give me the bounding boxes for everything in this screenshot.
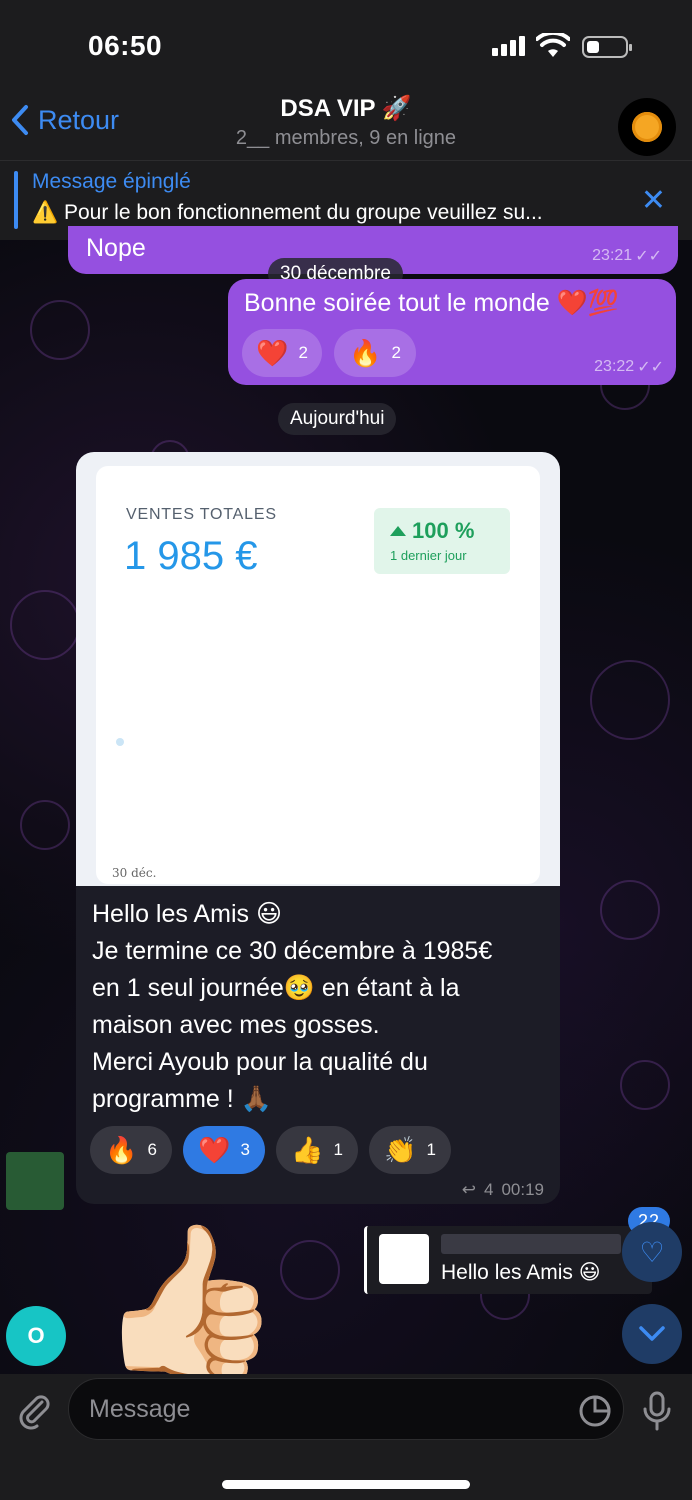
scroll-down-button[interactable]	[622, 1304, 682, 1364]
message-time-text: 23:22	[594, 358, 635, 375]
reaction-count: 1	[333, 1140, 343, 1159]
chat-title-area[interactable]: DSA VIP 🚀 2__ membres, 9 en ligne	[0, 94, 692, 150]
sales-screenshot-image[interactable]: VENTES TOTALES 1 985 € 100 % 1 dernier j…	[76, 452, 560, 886]
chevron-down-icon	[639, 1326, 665, 1341]
clap-icon: 👏	[384, 1134, 417, 1165]
double-check-icon: ✓✓	[635, 248, 662, 265]
reply-author	[441, 1234, 621, 1254]
cellular-signal-icon	[492, 36, 525, 56]
reaction-clap[interactable]: 👏 1	[369, 1126, 451, 1174]
date-pill: Aujourd'hui	[278, 403, 397, 435]
pinned-label: Message épinglé	[32, 170, 191, 193]
status-time: 06:50	[88, 30, 163, 61]
sticker-icon[interactable]	[578, 1394, 612, 1428]
reaction-count: 2	[391, 343, 401, 362]
group-avatar[interactable]	[618, 98, 676, 156]
wifi-icon	[536, 33, 570, 57]
message-input[interactable]	[68, 1378, 624, 1440]
reply-text: Hello les Amis 😃	[441, 1261, 601, 1284]
fire-icon: 🔥	[105, 1134, 138, 1165]
close-icon[interactable]: ✕	[641, 183, 666, 218]
message-text: Nope	[86, 234, 146, 262]
reaction-count: 1	[426, 1140, 436, 1159]
home-indicator	[222, 1480, 470, 1489]
reaction-heart[interactable]: ❤️ 2	[242, 329, 322, 377]
chat-header: Retour DSA VIP 🚀 2__ membres, 9 en ligne	[0, 90, 692, 160]
heart-icon: ❤️	[198, 1134, 231, 1165]
sales-value: 1 985 €	[124, 534, 258, 578]
growth-badge: 100 % 1 dernier jour	[374, 508, 510, 574]
message-line: maison avec mes gosses.	[92, 1011, 380, 1039]
reply-thumbnail	[379, 1234, 429, 1284]
pinned-text: ⚠️ Pour le bon fonctionnement du groupe …	[32, 201, 543, 224]
pinned-indicator	[14, 171, 18, 229]
growth-period: 1 dernier jour	[390, 548, 467, 563]
message-line: programme ! 🙏🏾	[92, 1085, 272, 1113]
message-time-text: 23:21	[592, 247, 633, 264]
reply-count: 4	[483, 1180, 494, 1199]
reaction-count: 2	[298, 343, 308, 362]
reaction-fire[interactable]: 🔥 6	[90, 1126, 172, 1174]
paperclip-icon[interactable]	[14, 1390, 54, 1430]
thumbs-up-icon: 👍	[291, 1134, 324, 1165]
message-line: Hello les Amis 😃	[92, 900, 283, 928]
battery-icon	[582, 36, 632, 58]
heart-outline-icon: ♡	[639, 1236, 665, 1268]
microphone-icon[interactable]	[640, 1390, 674, 1432]
message-bubble-bonne[interactable]: Bonne soirée tout le monde ❤️💯 ❤️ 2 🔥 2 …	[228, 279, 676, 385]
message-line: Je termine ce 30 décembre à 1985€	[92, 937, 493, 965]
message-time: 23:22 ✓✓	[594, 357, 664, 377]
sender-avatar[interactable]	[6, 1152, 64, 1210]
message-bubble-hello[interactable]: VENTES TOTALES 1 985 € 100 % 1 dernier j…	[76, 452, 560, 1204]
message-line: Merci Ayoub pour la qualité du	[92, 1048, 428, 1076]
double-check-icon: ✓✓	[637, 359, 664, 376]
message-meta: ↩ 4 00:19	[462, 1180, 544, 1200]
sales-label: VENTES TOTALES	[126, 506, 277, 523]
reply-preview[interactable]: Hello les Amis 😃	[364, 1226, 652, 1294]
message-time-text: 00:19	[501, 1180, 544, 1199]
message-text: Hello les Amis 😃 Je termine ce 30 décemb…	[92, 896, 552, 1118]
reaction-count: 3	[240, 1140, 250, 1159]
heart-icon: ❤️	[256, 337, 289, 368]
chart-point	[116, 738, 124, 746]
message-time: 23:21 ✓✓	[592, 246, 662, 266]
thumbs-up-sticker[interactable]: 👍🏻	[96, 1226, 283, 1376]
fire-icon: 🔥	[349, 337, 382, 368]
reaction-heart[interactable]: ❤️ 3	[183, 1126, 265, 1174]
reaction-fire[interactable]: 🔥 2	[334, 329, 416, 377]
reactions-button[interactable]: ♡	[622, 1222, 682, 1282]
sales-card: VENTES TOTALES 1 985 € 100 % 1 dernier j…	[96, 466, 540, 884]
reaction-count: 6	[147, 1140, 157, 1159]
message-text: Bonne soirée tout le monde ❤️💯	[244, 289, 619, 317]
chart-tick-label: 30 déc.	[112, 866, 157, 880]
user-avatar[interactable]: O	[6, 1306, 66, 1366]
chat-subtitle: 2__ membres, 9 en ligne	[235, 127, 457, 149]
message-input-bar	[0, 1374, 692, 1500]
status-bar: 06:50	[0, 0, 692, 90]
chat-title: DSA VIP 🚀	[280, 95, 412, 122]
growth-percent: 100 %	[390, 518, 474, 544]
reaction-thumbs-up[interactable]: 👍 1	[276, 1126, 358, 1174]
message-line: en 1 seul journée🥹 en étant à la	[92, 974, 460, 1002]
reply-icon: ↩	[461, 1180, 476, 1199]
